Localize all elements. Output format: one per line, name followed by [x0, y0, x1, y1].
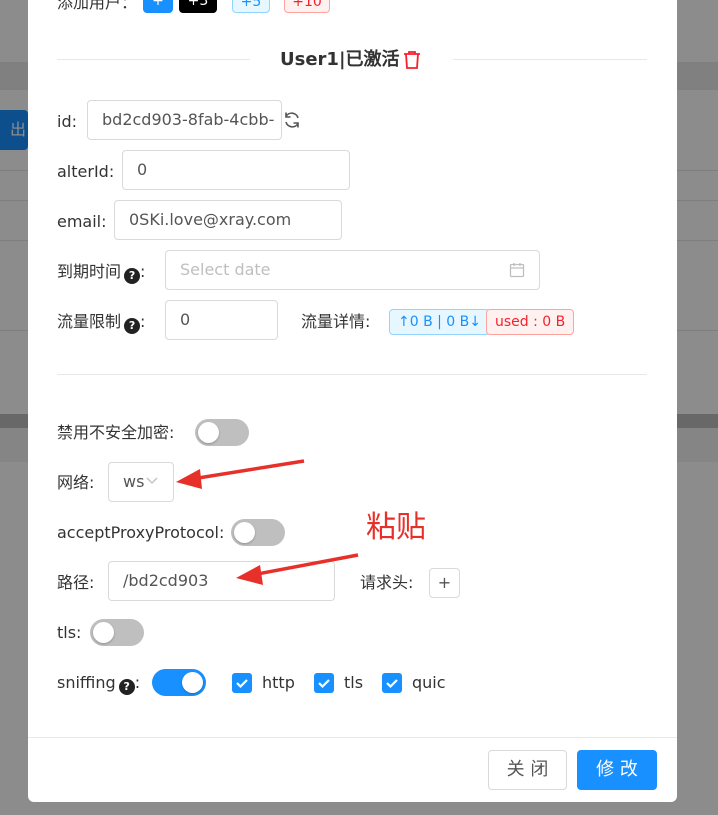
annotation-arrow-network [176, 459, 305, 489]
paste-annotation-text: 粘贴 [366, 510, 426, 545]
annotation-arrows [176, 459, 359, 585]
annotation-arrow-path [236, 553, 359, 585]
